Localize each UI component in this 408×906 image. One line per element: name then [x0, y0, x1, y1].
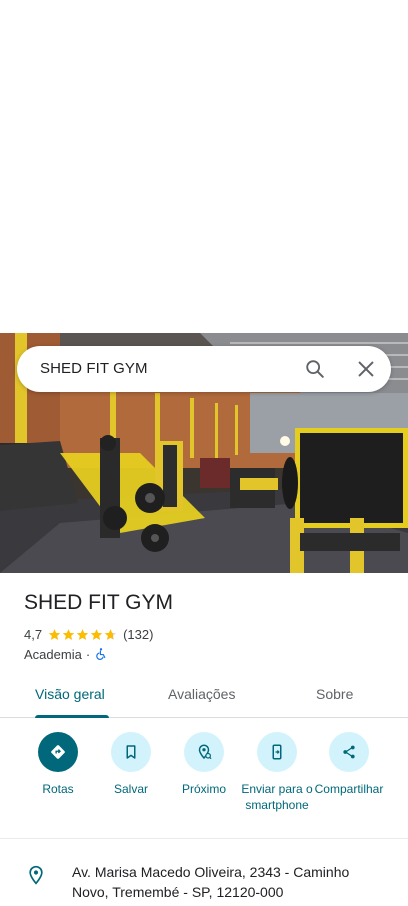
search-icon[interactable] [304, 358, 326, 380]
star-icon [62, 628, 75, 640]
tab-overview[interactable]: Visão geral [35, 686, 105, 702]
place-tabs: Visão geral Avaliações Sobre [0, 676, 408, 718]
star-half-icon [104, 628, 117, 640]
place-category: Academia [24, 646, 82, 662]
address-text: Av. Marisa Macedo Oliveira, 2343 - Camin… [72, 864, 350, 900]
star-icon [48, 628, 61, 640]
separator-dot: · [85, 646, 91, 662]
category-row: Academia · [24, 646, 108, 662]
address-row[interactable]: Av. Marisa Macedo Oliveira, 2343 - Camin… [0, 852, 408, 906]
rating-row[interactable]: 4,7 (132) [24, 626, 153, 642]
active-tab-indicator [35, 715, 109, 718]
nearby-button[interactable]: Próximo [164, 732, 244, 797]
star-icon [90, 628, 103, 640]
save-label: Salvar [113, 782, 148, 796]
star-rating [48, 628, 118, 641]
wheelchair-accessible-icon [96, 648, 106, 660]
directions-button[interactable]: Rotas [18, 732, 98, 797]
nearby-icon [184, 732, 224, 772]
share-button[interactable]: Compartilhar [309, 732, 389, 797]
share-icon [329, 732, 369, 772]
bookmark-icon [111, 732, 151, 772]
location-pin-icon [29, 865, 43, 885]
directions-icon [38, 732, 78, 772]
nearby-label: Próximo [181, 782, 226, 796]
place-title: SHED FIT GYM [24, 591, 173, 614]
tab-reviews[interactable]: Avaliações [168, 686, 235, 702]
rating-value: 4,7 [24, 626, 43, 642]
search-bar[interactable]: SHED FIT GYM [17, 346, 391, 392]
search-input[interactable]: SHED FIT GYM [40, 360, 148, 377]
tab-about[interactable]: Sobre [316, 686, 353, 702]
directions-label: Rotas [42, 782, 74, 796]
action-buttons: Rotas Salvar Próximo Enviar para o smart… [0, 719, 408, 839]
map-blank-area [0, 0, 408, 333]
star-icon [76, 628, 89, 640]
save-button[interactable]: Salvar [91, 732, 171, 797]
send-to-phone-button[interactable]: Enviar para o smartphone [237, 732, 317, 813]
review-count[interactable]: (132) [123, 627, 153, 642]
send-to-phone-icon [257, 732, 297, 772]
send-to-phone-label: Enviar para o smartphone [241, 782, 313, 812]
share-label: Compartilhar [314, 782, 384, 796]
close-icon[interactable] [355, 358, 377, 380]
